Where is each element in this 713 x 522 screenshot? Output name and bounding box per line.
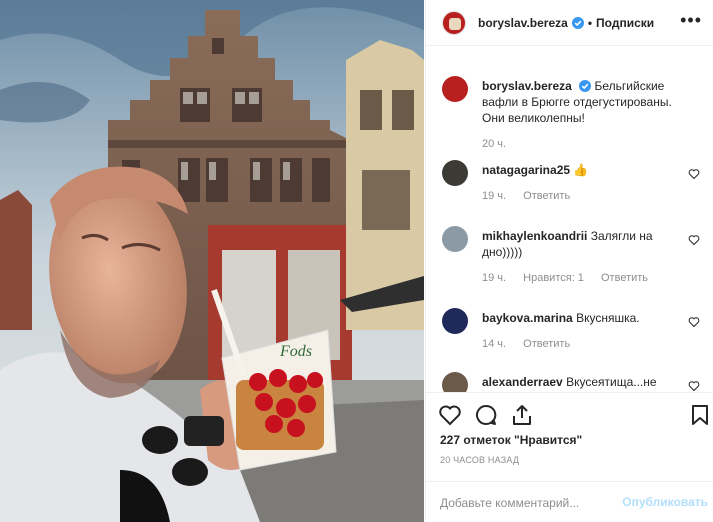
verified-icon <box>579 80 592 92</box>
username-link[interactable]: alexanderraev <box>482 375 563 389</box>
caption: boryslav.bereza Бельгийские вафли в Брюг… <box>442 76 702 156</box>
heart-icon[interactable] <box>688 234 700 246</box>
reply-button[interactable]: Ответить <box>523 190 570 202</box>
post-actions: 227 отметок "Нравится" 20 ЧАСОВ НАЗАД Оп… <box>426 392 713 522</box>
avatar[interactable] <box>442 10 466 35</box>
reply-button[interactable]: Ответить <box>601 272 648 284</box>
comment-text: Вкусеятища...не <box>566 375 657 389</box>
post-timestamp: 20 ЧАСОВ НАЗАД <box>440 455 520 465</box>
username-link[interactable]: baykova.marina <box>482 311 573 325</box>
heart-icon[interactable] <box>688 380 700 392</box>
separator-dot: • <box>587 15 593 30</box>
avatar[interactable] <box>442 76 468 102</box>
post-photo[interactable]: Fods <box>0 0 424 522</box>
like-heart-icon[interactable] <box>438 403 462 427</box>
share-icon[interactable] <box>510 403 534 427</box>
reply-button[interactable]: Ответить <box>523 338 570 350</box>
heart-icon[interactable] <box>688 168 700 180</box>
username-link[interactable]: mikhaylenkoandrii <box>482 229 587 243</box>
more-options-icon[interactable]: ••• <box>680 11 702 29</box>
post-header: boryslav.bereza • Подписки ••• <box>426 0 713 46</box>
comment-time: 19 ч. <box>482 272 507 284</box>
publish-button[interactable]: Опубликовать <box>622 495 708 509</box>
following-button[interactable]: Подписки <box>596 16 654 30</box>
post-sidebar: boryslav.bereza • Подписки ••• boryslav.… <box>425 0 713 522</box>
comment-text: 👍 <box>573 163 589 177</box>
heart-icon[interactable] <box>688 316 700 328</box>
comment-item: mikhaylenkoandrii Залягли на дно))))) 19… <box>442 226 702 292</box>
avatar[interactable] <box>442 308 468 334</box>
avatar[interactable] <box>442 372 468 392</box>
comment-time: 19 ч. <box>482 190 507 202</box>
comment-text: Вкусняшка. <box>576 311 640 325</box>
comment-input[interactable] <box>440 494 610 512</box>
bookmark-icon[interactable] <box>688 403 712 427</box>
add-comment-bar: Опубликовать <box>426 481 713 522</box>
comment-item: natagagarina25 👍 19 ч. Ответить <box>442 160 702 210</box>
caption-time: 20 ч. <box>482 138 507 150</box>
comment-item: alexanderraev Вкусеятища...не <box>442 372 702 392</box>
avatar[interactable] <box>442 226 468 252</box>
comments-list: boryslav.bereza Бельгийские вафли в Брюг… <box>426 62 713 392</box>
likes-count[interactable]: 227 отметок "Нравится" <box>440 433 582 447</box>
username-link[interactable]: natagagarina25 <box>482 163 570 177</box>
comment-likes[interactable]: Нравится: 1 <box>523 272 584 284</box>
comment-icon[interactable] <box>474 403 498 427</box>
username-link[interactable]: boryslav.bereza <box>482 79 572 93</box>
username-link[interactable]: boryslav.bereza <box>478 16 568 30</box>
waffle-brand-text: Fods <box>279 343 312 360</box>
comment-time: 14 ч. <box>482 338 507 350</box>
avatar[interactable] <box>442 160 468 186</box>
selfie-waffle-image: Fods <box>0 0 424 522</box>
verified-icon <box>571 16 584 29</box>
comment-item: baykova.marina Вкусняшка. 14 ч. Ответить <box>442 308 702 358</box>
